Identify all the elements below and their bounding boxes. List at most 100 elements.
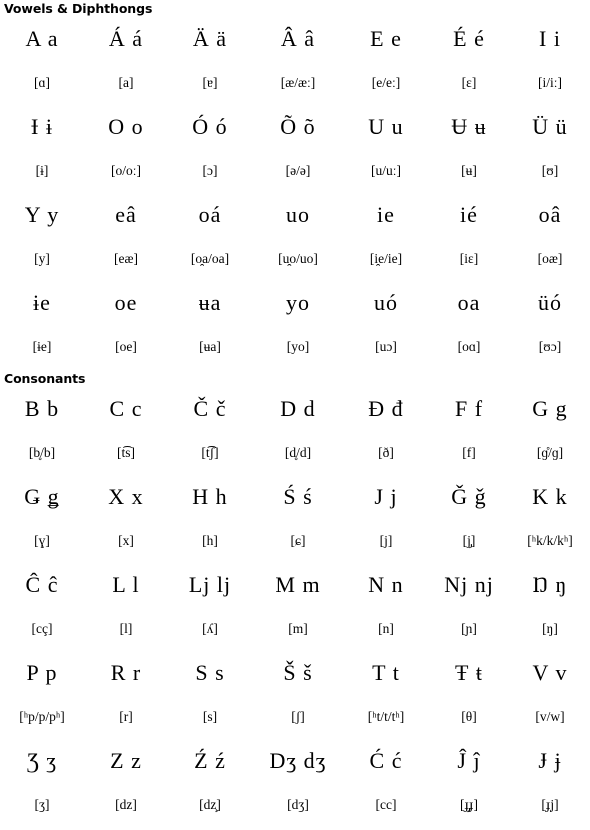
letter-cell: I i — [510, 16, 590, 61]
letter-cell: yo — [252, 280, 344, 325]
letter-glyph: ɨe — [33, 290, 51, 315]
ipa-cell: [eæ] — [84, 237, 168, 280]
letter-glyph: V v — [532, 660, 568, 685]
letter-cell: P p — [0, 650, 84, 695]
letter-cell: V v — [510, 650, 590, 695]
ipa-cell: [dz̧] — [168, 783, 252, 826]
ipa-glyph: [l] — [119, 621, 133, 636]
alphabet-chart-page: Vowels & Diphthongs A a Á á Ä ä Â â E e … — [0, 0, 590, 830]
ipa-glyph: [dz̧] — [199, 797, 221, 812]
ipa-cell: [ɲ] — [428, 607, 510, 650]
letter-glyph: C c — [109, 396, 143, 421]
ipa-cell: [b̥/b] — [0, 431, 84, 474]
letter-cell: C c — [84, 386, 168, 431]
ipa-glyph: [u/uː] — [371, 163, 401, 178]
ipa-cell: [ɡ̊/ɡ] — [510, 431, 590, 474]
letter-glyph: Š š — [283, 660, 313, 685]
table-row: [ɨ] [o/oː] [ɔ] [ə/ə] [u/uː] [ʉ] [ʊ] — [0, 149, 590, 192]
ipa-glyph: [yo] — [286, 339, 310, 354]
ipa-cell: [t͡s] — [84, 431, 168, 474]
table-row: [ɨe] [oe] [ʉa] [yo] [uɔ] [oɑ] [ʊɔ] — [0, 325, 590, 368]
letter-glyph: Nj nj — [444, 572, 494, 597]
ipa-glyph: [ɑ] — [33, 75, 51, 90]
letter-cell: Ǥ ǥ — [0, 474, 84, 519]
ipa-cell: [o̯a/oa] — [168, 237, 252, 280]
ipa-glyph: [o̯a/oa] — [190, 251, 230, 266]
letter-cell: T t — [344, 650, 428, 695]
ipa-cell: [j̡] — [428, 519, 510, 562]
table-row: [ɑ] [a] [ɐ] [æ/æː] [e/eː] [ɛ] [i/iː] — [0, 61, 590, 104]
letter-glyph: Y y — [24, 202, 60, 227]
ipa-cell: [r] — [84, 695, 168, 738]
ipa-cell: [dz] — [84, 783, 168, 826]
letter-cell: N n — [344, 562, 428, 607]
letter-cell: Â â — [252, 16, 344, 61]
ipa-glyph: [cc] — [375, 797, 397, 812]
letter-cell: Ǧ ǧ — [428, 474, 510, 519]
letter-glyph: Õ õ — [280, 114, 316, 139]
letter-cell: ie — [344, 192, 428, 237]
ipa-cell: [cç] — [0, 607, 84, 650]
letter-cell: Ɉ ɉ — [510, 738, 590, 783]
letter-glyph: U u — [368, 114, 404, 139]
ipa-glyph: [ʰt/t/tʰ] — [367, 709, 405, 724]
ipa-cell: [ʰt/t/tʰ] — [344, 695, 428, 738]
ipa-cell: [ə/ə] — [252, 149, 344, 192]
ipa-glyph: [ʒ] — [34, 797, 50, 812]
ipa-glyph: [ʰk/k/kʰ] — [527, 533, 573, 548]
table-row: [ɣ] [x] [h] [ɕ] [j] [j̡] [ʰk/k/kʰ] — [0, 519, 590, 562]
letter-glyph: H h — [192, 484, 228, 509]
ipa-cell: [ð] — [344, 431, 428, 474]
table-row: ɨe oe ʉa yo uó oa üó — [0, 280, 590, 325]
letter-glyph: X x — [108, 484, 144, 509]
ipa-glyph: [i/iː] — [538, 75, 562, 90]
letter-glyph: N n — [368, 572, 404, 597]
ipa-cell: [h] — [168, 519, 252, 562]
ipa-glyph: [uɔ] — [375, 339, 397, 354]
table-row: B b C c Č č D d Đ đ F f G g — [0, 386, 590, 431]
letter-cell: oâ — [510, 192, 590, 237]
letter-glyph: K k — [532, 484, 568, 509]
ipa-cell: [m] — [252, 607, 344, 650]
letter-cell: Ä ä — [168, 16, 252, 61]
ipa-cell: [n] — [344, 607, 428, 650]
ipa-cell: [t͡ʃ] — [168, 431, 252, 474]
ipa-glyph: [o/oː] — [111, 163, 141, 178]
ipa-glyph: [ɡ̊/ɡ] — [536, 445, 564, 460]
ipa-cell: [ʎ] — [168, 607, 252, 650]
ipa-cell: [x] — [84, 519, 168, 562]
letter-glyph: oá — [198, 202, 222, 227]
table-row: Y y eâ oá uo ie ié oâ — [0, 192, 590, 237]
table-row: P p R r S s Š š T t Ŧ ŧ V v — [0, 650, 590, 695]
ipa-glyph: [ɣ] — [34, 533, 50, 548]
ipa-glyph: [dz] — [115, 797, 137, 812]
ipa-glyph: [iɛ] — [459, 251, 479, 266]
section-heading-consonants: Consonants — [4, 371, 86, 386]
letter-glyph: Ś ś — [283, 484, 313, 509]
ipa-cell: [cc] — [344, 783, 428, 826]
ipa-glyph: [oɑ] — [457, 339, 481, 354]
ipa-glyph: [m] — [288, 621, 308, 636]
consonants-table: B b C c Č č D d Đ đ F f G g [b̥/b] [t͡s]… — [0, 386, 590, 826]
letter-glyph: É é — [453, 26, 485, 51]
ipa-cell: [ʰk/k/kʰ] — [510, 519, 590, 562]
ipa-glyph: [θ] — [461, 709, 477, 724]
letter-glyph: Â â — [280, 26, 316, 51]
letter-cell: Ć ć — [344, 738, 428, 783]
letter-cell: Z z — [84, 738, 168, 783]
ipa-glyph: [æ/æː] — [280, 75, 316, 90]
letter-cell: K k — [510, 474, 590, 519]
letter-cell: Nj nj — [428, 562, 510, 607]
ipa-cell: [ɛ] — [428, 61, 510, 104]
letter-cell: S s — [168, 650, 252, 695]
ipa-glyph: [eæ] — [114, 251, 138, 266]
letter-glyph: Đ đ — [368, 396, 404, 421]
letter-glyph: Ĵ ĵ — [457, 748, 481, 773]
letter-glyph: yo — [286, 290, 310, 315]
letter-cell: Ĉ ĉ — [0, 562, 84, 607]
letter-glyph: ʉa — [198, 290, 222, 315]
ipa-cell: [oæ] — [510, 237, 590, 280]
letter-cell: É é — [428, 16, 510, 61]
letter-cell: E e — [344, 16, 428, 61]
ipa-glyph: [x] — [118, 533, 134, 548]
